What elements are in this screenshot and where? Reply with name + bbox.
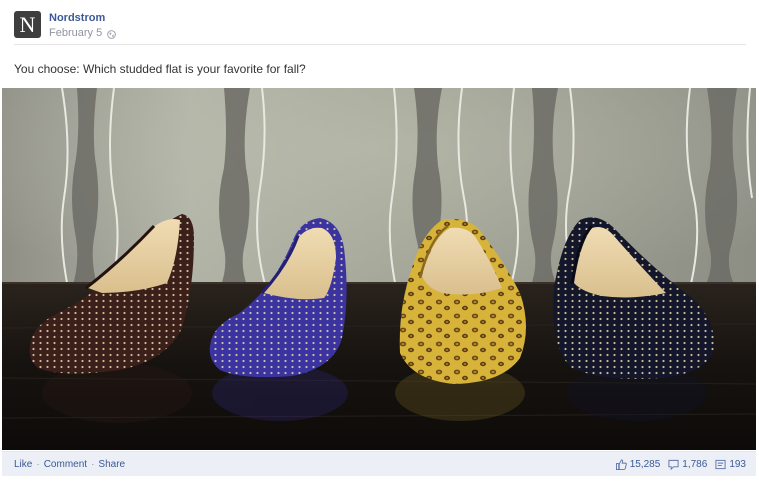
comments-count[interactable]: 1,786 (668, 459, 707, 470)
shares-count[interactable]: 193 (715, 459, 746, 470)
likes-count[interactable]: 15,285 (615, 458, 661, 470)
post-stats: 15,285 1,786 193 (608, 459, 756, 470)
studded-flats-image (2, 88, 756, 450)
post-actions: Like · Comment · Share (2, 459, 125, 470)
post-photo[interactable] (2, 88, 756, 450)
page-avatar[interactable]: N (14, 11, 41, 38)
likes-count-text: 15,285 (629, 458, 661, 470)
post-date[interactable]: February 5 (49, 26, 102, 40)
separator-dot: · (36, 458, 40, 470)
shares-count-text: 193 (729, 458, 746, 470)
thumbs-up-icon (615, 458, 627, 470)
like-link[interactable]: Like (14, 459, 32, 470)
post-header: N Nordstrom February 5 (14, 11, 117, 43)
page-name-link[interactable]: Nordstrom (49, 12, 116, 25)
comment-bubble-icon (668, 459, 679, 470)
comment-link[interactable]: Comment (44, 459, 87, 470)
comments-count-text: 1,786 (682, 458, 708, 470)
share-link[interactable]: Share (98, 459, 125, 470)
share-icon (715, 459, 726, 469)
post-date-row: February 5 (49, 26, 117, 40)
post-meta: Nordstrom February 5 (49, 12, 117, 40)
globe-icon (107, 29, 117, 39)
header-divider (14, 44, 746, 45)
post-footer: Like · Comment · Share 15,285 1,786 193 (2, 451, 756, 476)
separator-dot: · (91, 458, 95, 470)
post-message: You choose: Which studded flat is your f… (14, 62, 306, 76)
